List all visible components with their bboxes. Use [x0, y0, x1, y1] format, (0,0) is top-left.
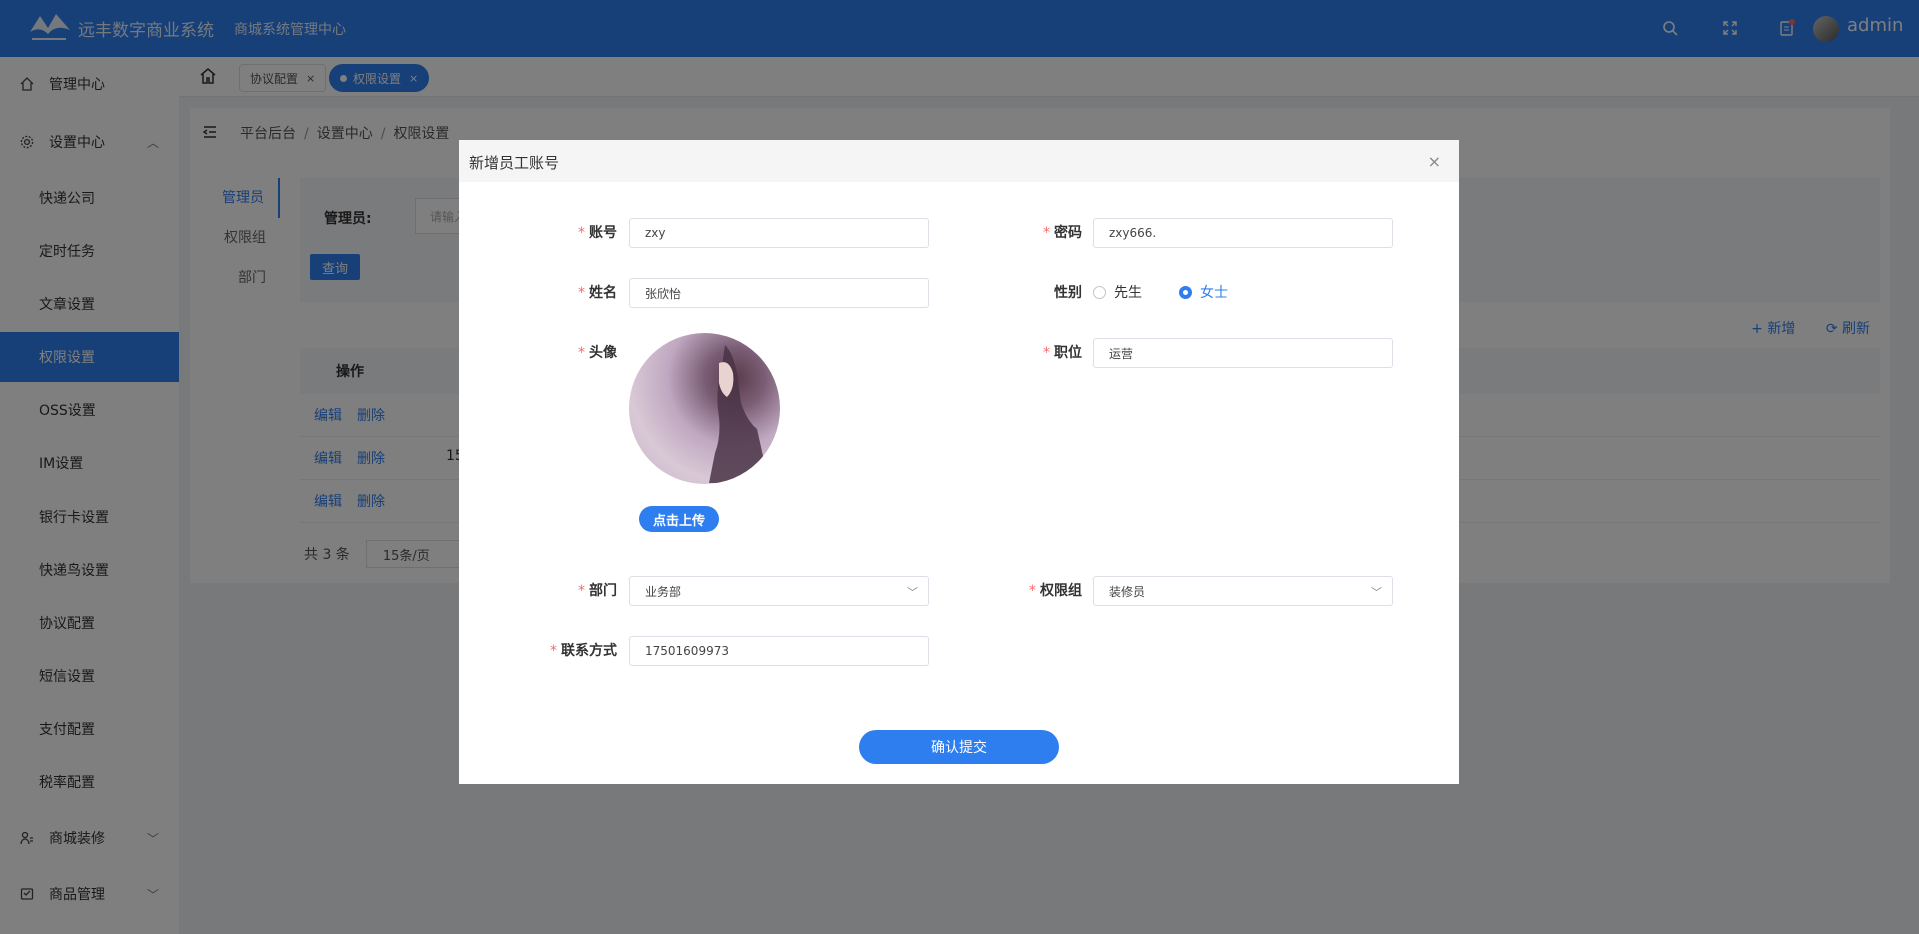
- contact-label: * 联系方式: [550, 643, 617, 659]
- avatar-preview: [629, 333, 780, 484]
- gender-radio-mr[interactable]: 先生: [1093, 282, 1142, 302]
- position-field[interactable]: 运营: [1093, 338, 1393, 368]
- add-staff-dialog: 新增员工账号 × * 账号 zxy * 密码 zxy666. * 姓名 张欣怡 性别 …: [459, 140, 1459, 784]
- upload-button[interactable]: 点击上传: [639, 506, 719, 532]
- position-label: * 职位: [1043, 345, 1082, 361]
- submit-button[interactable]: 确认提交: [859, 730, 1059, 764]
- password-label: * 密码: [1043, 225, 1082, 241]
- dialog-title: 新增员工账号: [469, 154, 560, 172]
- dialog-header: 新增员工账号 ×: [459, 140, 1459, 182]
- account-label: * 账号: [578, 225, 617, 241]
- contact-field[interactable]: 17501609973: [629, 636, 929, 666]
- name-label: * 姓名: [578, 285, 617, 301]
- gender-label: 性别: [1054, 285, 1082, 301]
- name-field[interactable]: 张欣怡: [629, 278, 929, 308]
- chevron-down-icon: ﹀: [1371, 586, 1382, 599]
- avatar-label: * 头像: [578, 345, 617, 361]
- close-icon[interactable]: ×: [1428, 152, 1441, 171]
- role-group-label: * 权限组: [1029, 583, 1082, 599]
- department-select[interactable]: 业务部 ﹀: [629, 576, 929, 606]
- account-field[interactable]: zxy: [629, 218, 929, 248]
- department-label: * 部门: [578, 583, 617, 599]
- role-group-select[interactable]: 装修员 ﹀: [1093, 576, 1393, 606]
- chevron-down-icon: ﹀: [907, 586, 918, 599]
- password-field[interactable]: zxy666.: [1093, 218, 1393, 248]
- gender-radio-ms[interactable]: 女士: [1179, 282, 1228, 302]
